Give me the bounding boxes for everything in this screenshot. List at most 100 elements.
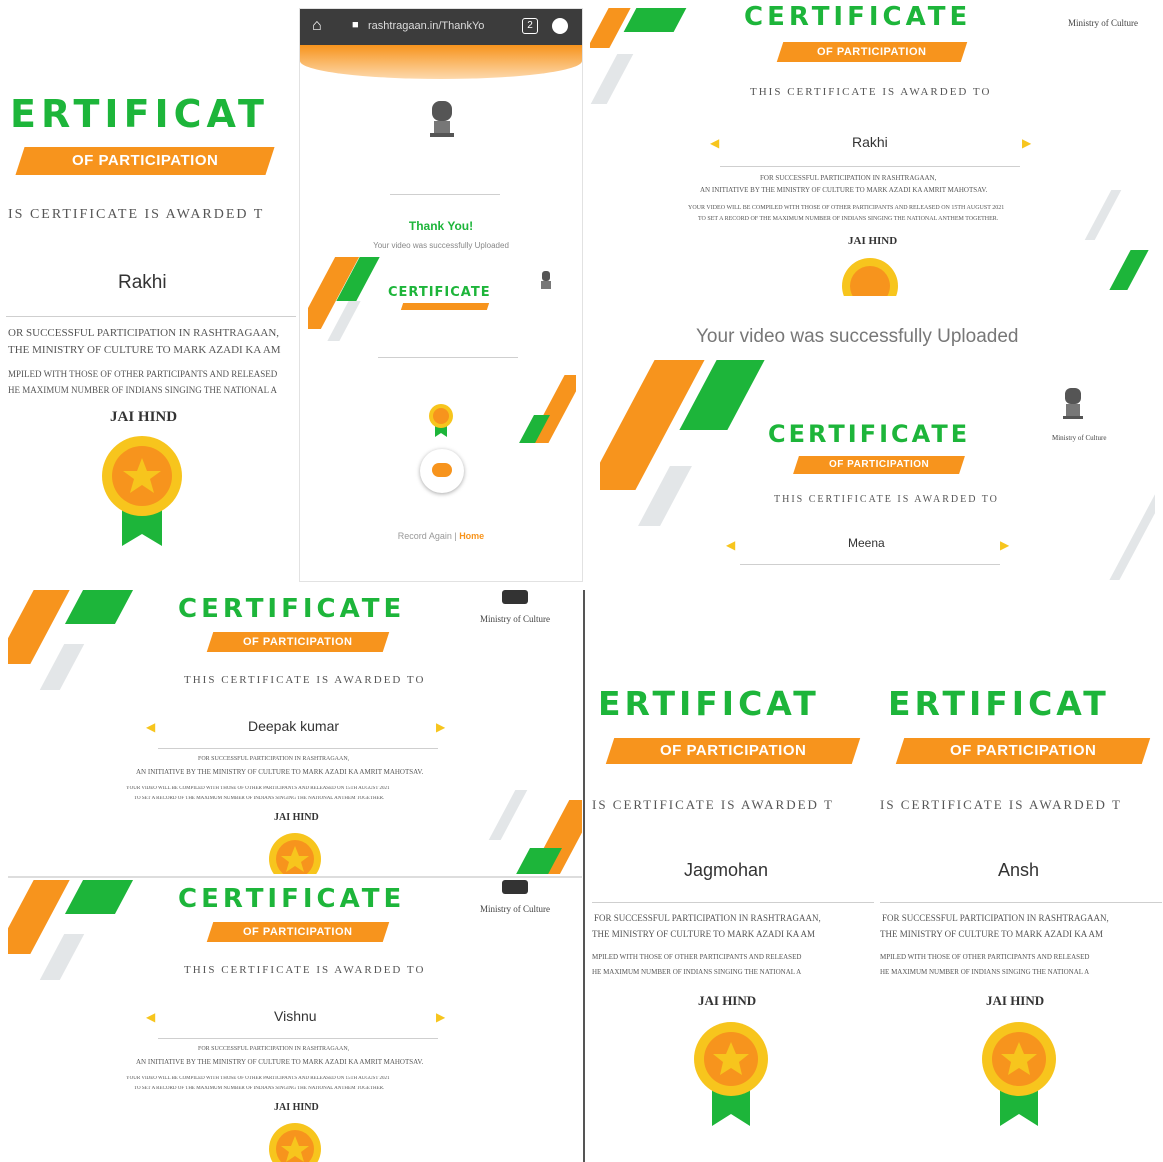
certificate-body-line: THE MINISTRY OF CULTURE TO MARK AZADI KA…: [592, 929, 816, 939]
medal-icon: [842, 258, 898, 296]
certificate-body-line: OR SUCCESSFUL PARTICIPATION IN RASHTRAGA…: [8, 327, 280, 339]
browser-address-bar: ⌂ ■ rashtragaan.in/ThankYo 2: [300, 9, 582, 45]
ministry-of-culture-logo: Ministry of Culture: [1068, 18, 1138, 28]
menu-icon[interactable]: [552, 18, 568, 34]
ministry-logo-icon: [502, 880, 528, 894]
awarded-to-label: IS CERTIFICATE IS AWARDED T: [8, 207, 265, 222]
certificate-body-line: FOR SUCCESSFUL PARTICIPATION IN RASHTRAG…: [882, 913, 1109, 923]
jai-hind-text: JAI HIND: [274, 812, 319, 823]
certificate-title: ERTIFICAT: [598, 684, 820, 723]
recipient-name: Ansh: [998, 860, 1040, 880]
tab-count-icon[interactable]: 2: [522, 18, 538, 34]
participation-ribbon: OF PARTICIPATION: [895, 738, 1151, 764]
recipient-name: Jagmohan: [684, 860, 769, 880]
medal-icon: [982, 1022, 1056, 1126]
awarded-to-label: IS CERTIFICATE IS AWARDED T: [880, 797, 1122, 812]
phone-screenshot-panel: ⌂ ■ rashtragaan.in/ThankYo 2 Thank You! …: [299, 8, 583, 582]
jai-hind-text: JAI HIND: [274, 1102, 319, 1113]
certificate-panel-rakhi-zoom: ERTIFICAT OF PARTICIPATION IS CERTIFICAT…: [0, 0, 298, 578]
awarded-to-label: THIS CERTIFICATE IS AWARDED TO: [184, 964, 426, 976]
collage-divider: [8, 876, 582, 878]
certificate-body-line: AN INITIATIVE BY THE MINISTRY OF CULTURE…: [700, 186, 988, 194]
right-arrow-icon: ▶: [436, 720, 446, 734]
certificate-title: CERTIFICATE: [768, 420, 971, 448]
certificate-title: CERTIFICATE: [388, 285, 491, 300]
recipient-name: Rakhi: [852, 134, 888, 150]
awarded-to-label: THIS CERTIFICATE IS AWARDED TO: [774, 494, 999, 505]
national-emblem-icon: [541, 271, 551, 289]
recipient-name: Rakhi: [118, 272, 167, 293]
certificate-panel-ansh: ERTIFICAT OF PARTICIPATION IS CERTIFICAT…: [878, 612, 1163, 1162]
right-arrow-icon: ▶: [1000, 538, 1010, 552]
certificate-body-line: HE MAXIMUM NUMBER OF INDIANS SINGING THE…: [592, 968, 802, 976]
name-underline: [6, 316, 296, 317]
certificate-body-line: YOUR VIDEO WILL BE COMPILED WITH THOSE O…: [126, 1076, 390, 1081]
upload-success-text: Your video was successfully Uploaded: [373, 241, 509, 250]
left-arrow-icon: ◀: [146, 1010, 156, 1024]
record-again-link[interactable]: Record Again | Home: [300, 531, 582, 541]
certificate-title: ERTIFICAT: [888, 684, 1110, 723]
home-icon[interactable]: ⌂: [312, 17, 322, 35]
certificate-title: ERTIFICAT: [10, 92, 269, 136]
collage-divider: [583, 590, 585, 1162]
certificate-body-line: FOR SUCCESSFUL PARTICIPATION IN RASHTRAG…: [594, 913, 821, 923]
recipient-name: Deepak kumar: [248, 718, 340, 734]
orange-wave-header: [300, 45, 582, 79]
certificate-title: CERTIFICATE: [744, 2, 972, 32]
medal-icon: [269, 1123, 321, 1162]
certificate-panel-deepak: CERTIFICATE OF PARTICIPATION Ministry of…: [8, 590, 582, 874]
left-arrow-icon: ◀: [146, 720, 156, 734]
right-arrow-icon: ▶: [436, 1010, 446, 1024]
certificate-panel-vishnu: CERTIFICATE OF PARTICIPATION Ministry of…: [8, 880, 582, 1162]
jai-hind-text: JAI HIND: [110, 409, 178, 425]
recipient-name: Meena: [848, 536, 885, 550]
right-arrow-icon: ▶: [1022, 136, 1032, 150]
ministry-logo-icon: [502, 590, 528, 604]
certificate-body-line: FOR SUCCESSFUL PARTICIPATION IN RASHTRAG…: [198, 1046, 350, 1052]
certificate-panel-jagmohan: ERTIFICAT OF PARTICIPATION IS CERTIFICAT…: [590, 612, 876, 1162]
certificate-body-line: MPILED WITH THOSE OF OTHER PARTICIPANTS …: [8, 369, 278, 379]
left-arrow-icon: ◀: [710, 136, 720, 150]
certificate-body-line: TO SET A RECORD OF THE MAXIMUM NUMBER OF…: [698, 216, 999, 222]
certificate-body-line: THE MINISTRY OF CULTURE TO MARK AZADI KA…: [880, 929, 1104, 939]
certificate-title: CERTIFICATE: [178, 594, 406, 624]
participation-ribbon: OF PARTICIPATION: [206, 632, 390, 652]
certificate-body-line: FOR SUCCESSFUL PARTICIPATION IN RASHTRAG…: [760, 174, 937, 182]
certificate-panel-rakhi-meena: CERTIFICATE OF PARTICIPATION Ministry of…: [590, 0, 1163, 590]
certificate-body-line: YOUR VIDEO WILL BE COMPILED WITH THOSE O…: [688, 205, 1005, 211]
certificate-body-line: HE MAXIMUM NUMBER OF INDIANS SINGING THE…: [880, 968, 1090, 976]
jai-hind-text: JAI HIND: [698, 993, 757, 1008]
national-emblem-icon: [430, 101, 454, 137]
certificate-body-line: FOR SUCCESSFUL PARTICIPATION IN RASHTRAG…: [198, 756, 350, 762]
certificate-body-line: YOUR VIDEO WILL BE COMPILED WITH THOSE O…: [126, 786, 390, 791]
medal-icon: [694, 1022, 768, 1126]
participation-ribbon: OF PARTICIPATION: [206, 922, 390, 942]
certificate-body-line: HE MAXIMUM NUMBER OF INDIANS SINGING THE…: [8, 385, 277, 395]
recipient-name: Vishnu: [274, 1008, 317, 1024]
ministry-of-culture-logo: Ministry of Culture: [1052, 434, 1107, 442]
participation-ribbon: OF PARTICIPATION: [605, 738, 861, 764]
jai-hind-text: JAI HIND: [986, 993, 1045, 1008]
meena-certificate: CERTIFICATE OF PARTICIPATION Ministry of…: [600, 360, 1155, 590]
medal-icon: [269, 833, 321, 874]
awarded-to-label: THIS CERTIFICATE IS AWARDED TO: [184, 674, 426, 686]
certificate-body-line: TO SET A RECORD OF THE MAXIMUM NUMBER OF…: [134, 796, 385, 801]
home-link[interactable]: Home: [459, 531, 484, 541]
participation-ribbon: [400, 303, 490, 310]
left-arrow-icon: ◀: [726, 538, 736, 552]
divider: [390, 194, 500, 195]
upload-cloud-icon: [432, 463, 452, 477]
awarded-to-label: IS CERTIFICATE IS AWARDED T: [592, 797, 834, 812]
medal-icon: [429, 404, 453, 437]
thank-you-title: Thank You!: [408, 219, 474, 233]
certificate-body-line: MPILED WITH THOSE OF OTHER PARTICIPANTS …: [880, 953, 1090, 961]
lock-icon: ■: [352, 19, 359, 31]
certificate-body-line: AN INITIATIVE BY THE MINISTRY OF CULTURE…: [136, 1058, 424, 1066]
ministry-of-culture-logo: Ministry of Culture: [480, 904, 550, 914]
ministry-of-culture-logo: Ministry of Culture: [480, 614, 550, 624]
participation-ribbon: OF PARTICIPATION: [15, 147, 275, 175]
national-emblem-icon: [1063, 388, 1083, 419]
jai-hind-text: JAI HIND: [848, 235, 898, 247]
url-text[interactable]: rashtragaan.in/ThankYo: [368, 20, 484, 32]
upload-button[interactable]: [420, 449, 464, 493]
